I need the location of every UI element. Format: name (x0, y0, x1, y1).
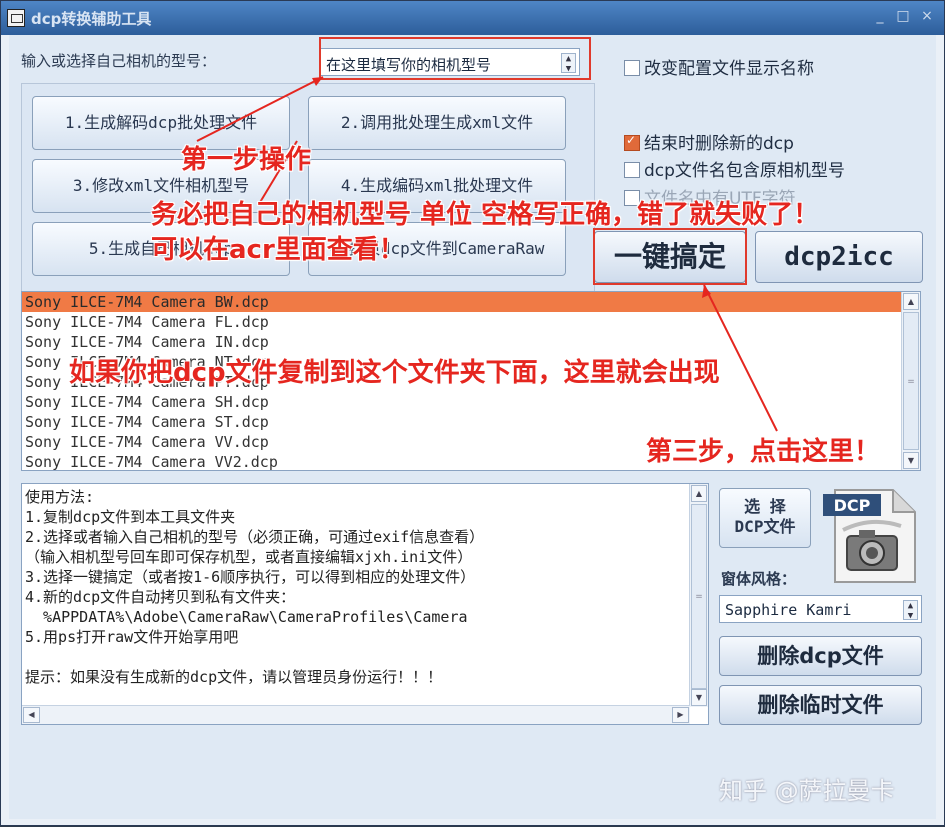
annotation-arrows (196, 76, 778, 432)
annotation-list-note: 如果你把dcp文件复制到这个文件夹下面，这里就会出现 (69, 358, 720, 388)
watermark: 知乎 @萨拉曼卡 (719, 777, 895, 805)
annotation-step2-line2: 可以在acr里面查看！ (151, 235, 405, 265)
app-window: dcp转换辅助工具 _ □ × 输入或选择自己相机的型号： 在这里填写你的相机型… (0, 0, 945, 826)
annotation-step2-line1: 务必把自己的相机型号 单位 空格写正确，错了就失败了！ (151, 200, 820, 230)
arrow-model (196, 76, 324, 142)
annotation-step3: 第三步，点击这里！ (646, 437, 881, 467)
annotation-step1: 第一步操作 (181, 145, 312, 175)
